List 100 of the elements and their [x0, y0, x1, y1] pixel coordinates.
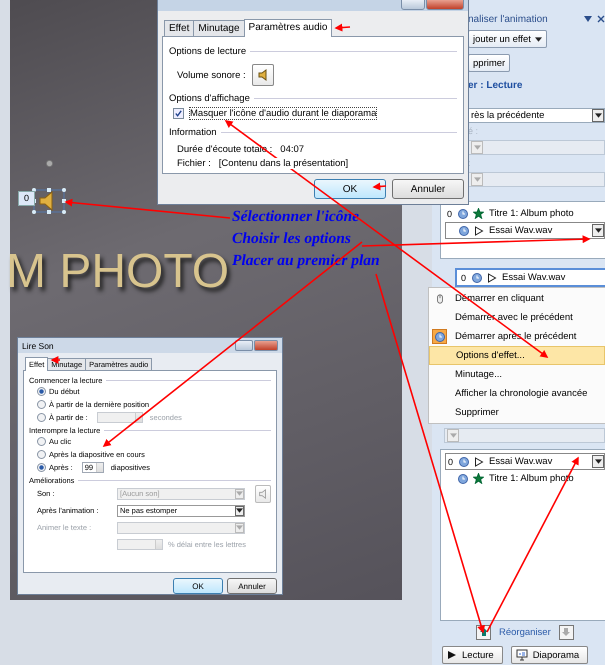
tab[interactable]: Minutage	[193, 20, 245, 36]
clock-icon	[459, 226, 469, 236]
clock-icon	[458, 474, 468, 484]
mouse-icon	[434, 294, 444, 304]
speaker-icon	[258, 488, 268, 498]
remove-button[interactable]: pprimer	[468, 54, 510, 72]
pane-title: naliser l'animation	[468, 14, 549, 24]
radio-button[interactable]	[37, 387, 46, 396]
clock-icon	[434, 332, 444, 342]
play-icon	[474, 226, 484, 236]
menu-item-label: Options d'effet...	[456, 350, 525, 361]
close-icon[interactable]	[597, 15, 605, 23]
caret-icon	[474, 177, 480, 182]
caret-icon	[594, 459, 602, 464]
ok-button[interactable]: OK	[173, 578, 223, 594]
caret-icon	[474, 145, 480, 150]
start-dropdown[interactable]: rès la précédente	[468, 108, 605, 123]
menu-item[interactable]: Minutage...	[429, 365, 605, 384]
radio-button[interactable]	[37, 463, 46, 472]
effect-list-item[interactable]: 0 Essai Wav.wav	[455, 268, 605, 287]
checkbox[interactable]	[173, 108, 184, 119]
speed-label: :	[468, 157, 471, 170]
play-icon	[474, 456, 484, 466]
tab[interactable]: Effet	[164, 20, 194, 36]
close-button[interactable]	[254, 340, 278, 351]
rotation-handle-icon	[46, 160, 53, 167]
clock-icon	[458, 208, 468, 218]
radio-button[interactable]	[37, 400, 46, 409]
cancel-button[interactable]: Annuler	[227, 578, 277, 594]
effect-name: Essai Wav.wav	[502, 272, 566, 283]
effect-name: Titre 1: Album photo	[489, 208, 575, 219]
slideshow-button[interactable]: Diaporama	[510, 646, 588, 664]
star-icon	[473, 208, 484, 219]
move-down-button[interactable]	[558, 624, 574, 640]
info-value: [Contenu dans la présentation]	[218, 158, 348, 168]
caret-icon	[534, 36, 542, 42]
slide-title: M PHOTO	[6, 244, 230, 299]
group-heading: Options de lecture	[169, 46, 246, 57]
item-number: 0	[461, 272, 467, 282]
star-icon	[473, 473, 484, 484]
clock-icon	[459, 456, 469, 466]
info-value: 04:07	[280, 144, 304, 154]
caret-icon	[236, 508, 243, 513]
radio-button[interactable]	[37, 413, 46, 422]
checkbox-label: Masquer l'icône d'audio durant le diaporama	[190, 108, 376, 119]
caret-icon	[594, 113, 602, 118]
down-arrow-icon	[561, 627, 572, 637]
sound-object[interactable]	[32, 160, 66, 216]
radio-button[interactable]	[37, 450, 46, 459]
arrow	[334, 24, 350, 32]
caret-icon	[236, 491, 243, 496]
dropdown-button[interactable]	[592, 224, 604, 237]
effect-list-item[interactable]: 0 Titre 1: Album photo	[441, 205, 605, 222]
menu-item[interactable]: Supprimer	[429, 403, 605, 422]
animation-order-badge: 0	[18, 191, 35, 206]
effect-list-item[interactable]: 0 Essai Wav.wav	[445, 453, 605, 470]
speaker-icon	[32, 188, 66, 214]
menu-item-label: Afficher la chronologie avancée	[455, 388, 588, 399]
group-heading: Options d'affichage	[169, 93, 250, 104]
tab[interactable]: Paramètres audio	[244, 19, 332, 37]
volume-label: Volume sonore :	[177, 70, 246, 80]
dropdown-button[interactable]	[235, 506, 244, 516]
menu-item-label: Démarrer avec le précédent	[455, 312, 573, 323]
caret-icon	[236, 525, 243, 530]
menu-item[interactable]: Options d'effet...	[429, 346, 605, 365]
slideshow-icon	[516, 649, 528, 661]
reorder-label: Réorganiser	[499, 626, 551, 638]
number-field[interactable]	[96, 412, 143, 423]
play-icon	[487, 272, 497, 282]
effect-name: Essai Wav.wav	[489, 225, 554, 236]
add-effect-button[interactable]: jouter un effet	[468, 30, 547, 48]
ok-button[interactable]: OK	[314, 179, 386, 199]
item-number: 0	[447, 208, 453, 218]
up-arrow-icon	[478, 627, 488, 637]
play-button[interactable]: Lecture	[442, 646, 503, 664]
play-icon	[447, 650, 457, 660]
dropdown-button[interactable]	[592, 455, 604, 468]
number-field[interactable]	[117, 539, 163, 550]
annotation-text: Choisir les options	[232, 229, 352, 248]
group-heading: Information	[169, 127, 217, 138]
dropdown-button[interactable]	[592, 109, 604, 122]
cancel-button[interactable]: Annuler	[392, 179, 464, 199]
menu-item-label: Supprimer	[455, 407, 499, 418]
clock-icon	[472, 272, 482, 282]
item-number: 0	[448, 456, 454, 466]
effect-list-item[interactable]: Essai Wav.wav	[445, 222, 605, 239]
dropdown-icon[interactable]	[584, 15, 592, 23]
volume-button[interactable]	[252, 64, 274, 86]
menu-item[interactable]: Démarrer avec le précédent	[429, 308, 605, 327]
annotation-text: Sélectionner l'icône	[232, 207, 360, 226]
menu-item-label: Minutage...	[455, 369, 502, 380]
speaker-icon	[256, 69, 269, 81]
window-title: Lire Son	[22, 340, 54, 350]
info-label: Fichier :	[177, 158, 211, 168]
menu-item[interactable]: Afficher la chronologie avancée	[429, 384, 605, 403]
effect-name: Essai Wav.wav	[489, 456, 554, 467]
close-button[interactable]	[426, 0, 464, 10]
caret-icon	[594, 228, 602, 233]
radio-button[interactable]	[37, 437, 46, 446]
caret-icon	[450, 433, 456, 438]
